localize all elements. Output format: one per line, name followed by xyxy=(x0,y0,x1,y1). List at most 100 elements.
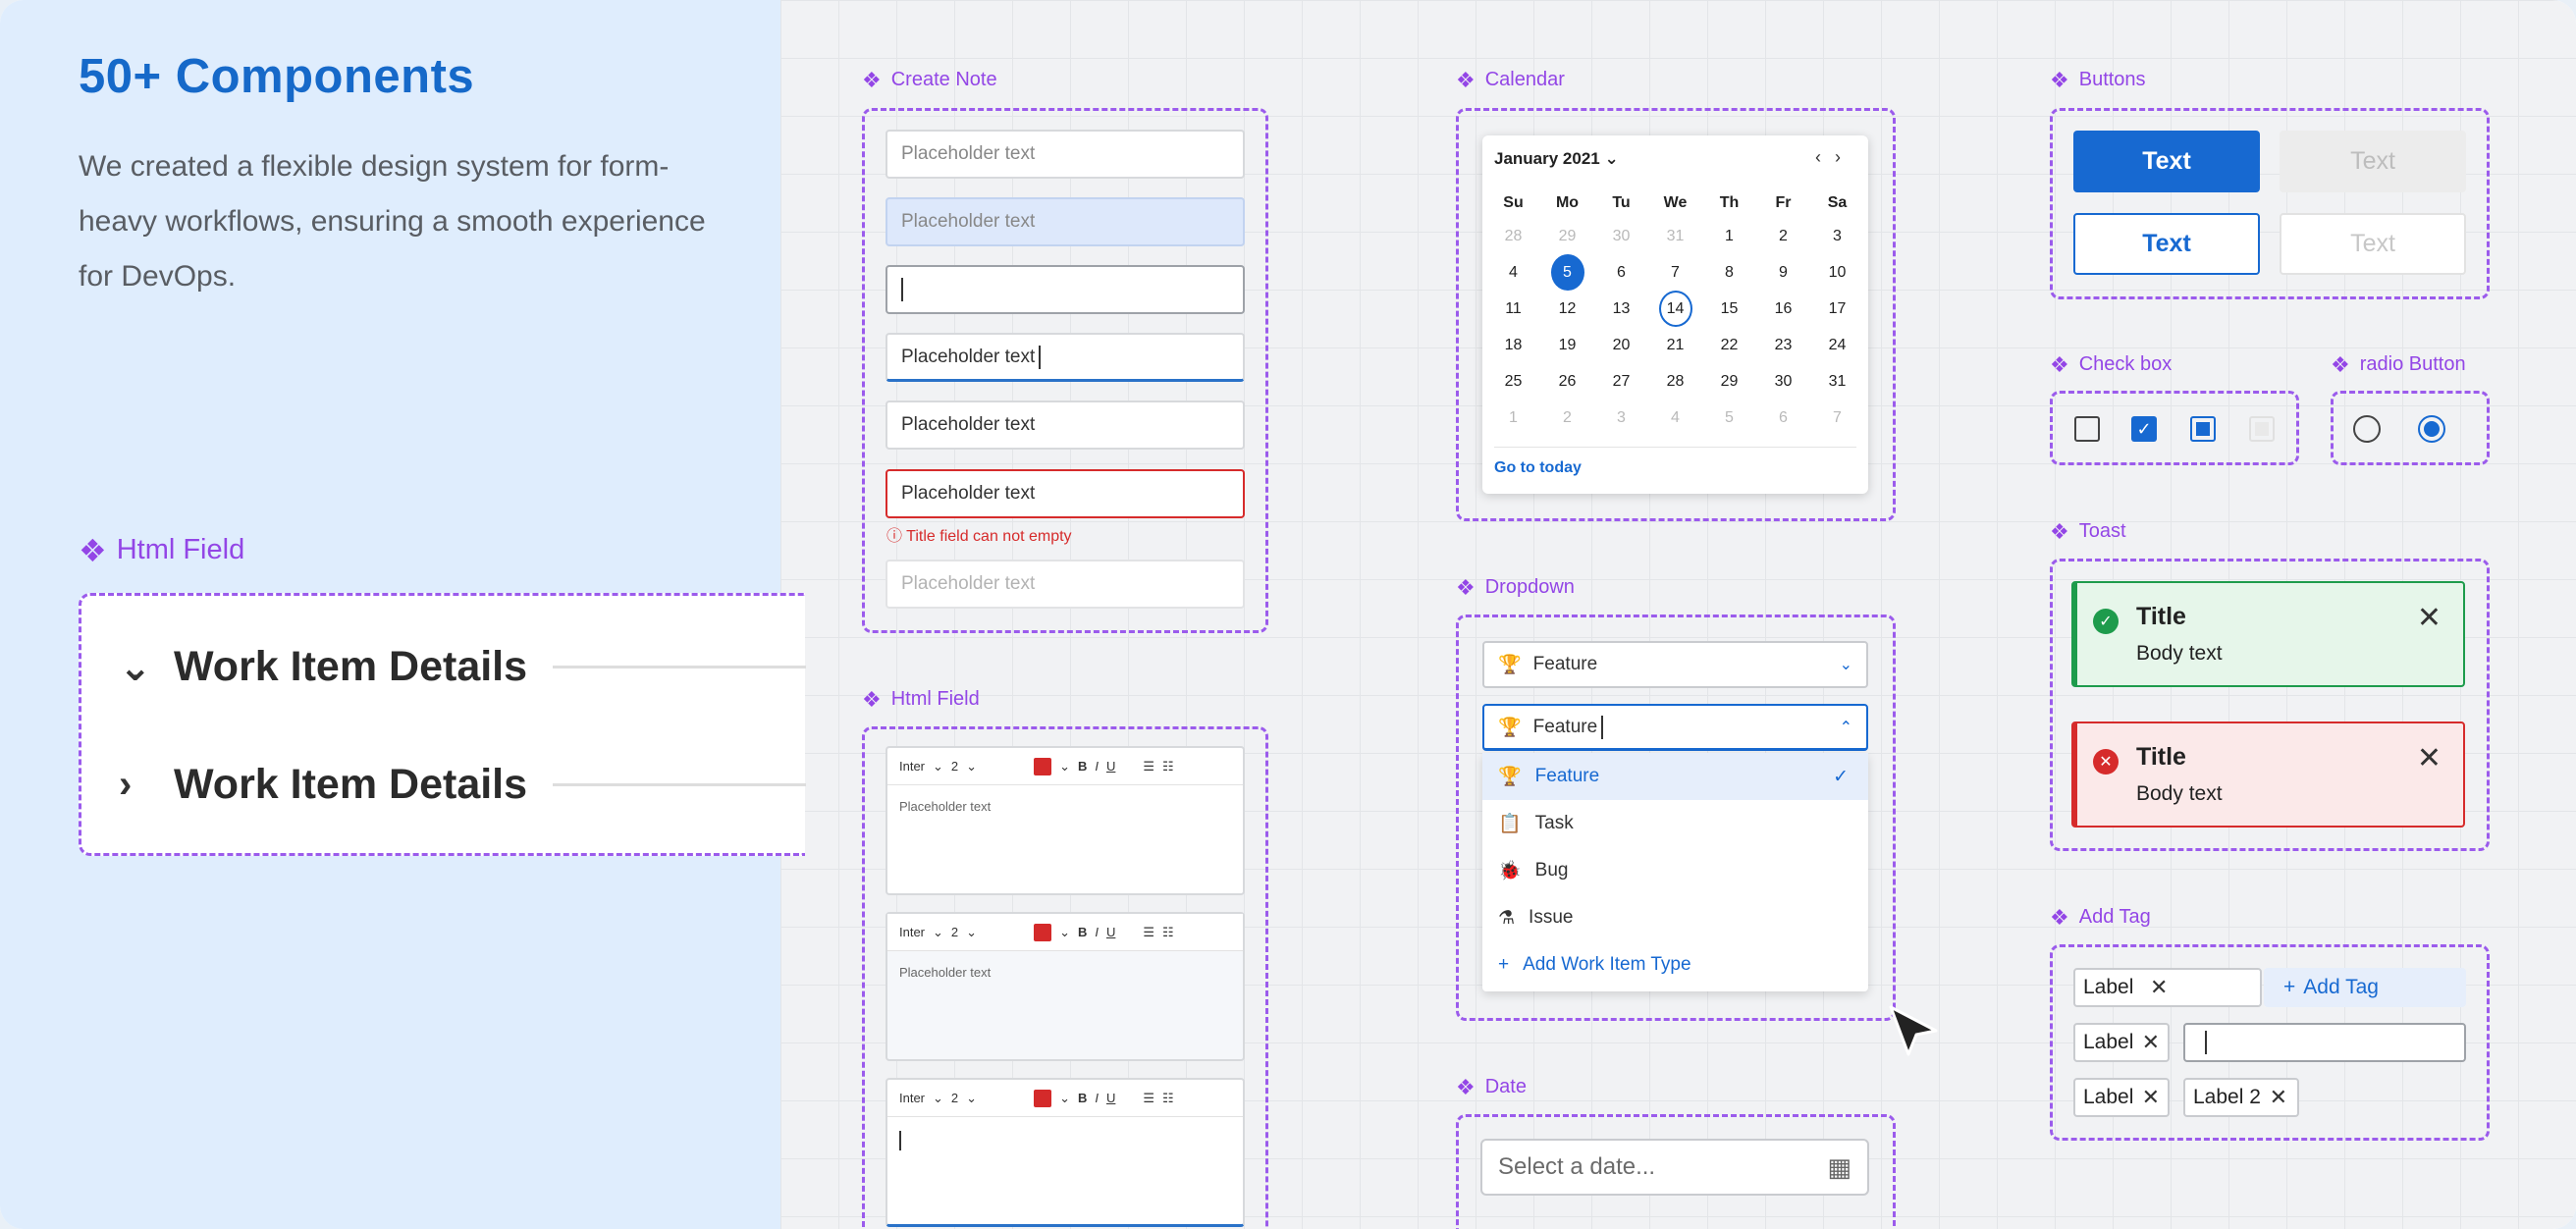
size-select[interactable]: 2 xyxy=(951,925,958,939)
dropdown-option-task[interactable]: 📋 Task xyxy=(1482,800,1868,847)
calendar-day[interactable]: 29 xyxy=(1540,218,1594,254)
text-input-error[interactable]: Placeholder text xyxy=(886,469,1245,518)
calendar-day[interactable]: 13 xyxy=(1594,291,1648,327)
close-icon[interactable]: ✕ xyxy=(2270,1085,2287,1110)
dropdown-option-bug[interactable]: 🐞 Bug xyxy=(1482,847,1868,894)
color-swatch[interactable] xyxy=(1034,923,1052,941)
calendar-day[interactable]: 19 xyxy=(1540,327,1594,363)
calendar-day[interactable]: 1 xyxy=(1702,218,1756,254)
text-input-filled[interactable]: Placeholder text xyxy=(886,401,1245,450)
rich-text-editor-default[interactable]: Inter ⌄ 2 ⌄ ⌄ B I U ☰ ☷ Placeholder text xyxy=(886,746,1245,895)
bold-button[interactable]: B xyxy=(1078,1091,1087,1105)
checkbox-unchecked[interactable] xyxy=(2074,416,2100,442)
checkbox-indeterminate[interactable] xyxy=(2190,416,2216,442)
italic-button[interactable]: I xyxy=(1095,1091,1099,1105)
numbered-list-icon[interactable]: ☷ xyxy=(1162,925,1174,940)
calendar-day[interactable]: 14 xyxy=(1648,291,1702,327)
calendar-day[interactable]: 29 xyxy=(1702,363,1756,400)
calendar-day[interactable]: 17 xyxy=(1810,291,1864,327)
add-work-item-type[interactable]: + Add Work Item Type xyxy=(1482,941,1868,989)
calendar-day[interactable]: 2 xyxy=(1540,400,1594,436)
chevron-left-icon[interactable]: ‹ xyxy=(1815,147,1835,167)
underline-button[interactable]: U xyxy=(1106,759,1115,774)
calendar-day[interactable]: 28 xyxy=(1486,218,1540,254)
font-select[interactable]: Inter xyxy=(899,925,925,939)
chevron-right-icon[interactable]: › xyxy=(1835,147,1854,167)
calendar-day[interactable]: 6 xyxy=(1756,400,1810,436)
bullet-list-icon[interactable]: ☰ xyxy=(1143,759,1154,775)
close-icon[interactable]: ✕ xyxy=(2417,741,2442,775)
calendar-day[interactable]: 15 xyxy=(1702,291,1756,327)
calendar-day[interactable]: 6 xyxy=(1594,254,1648,291)
calendar-day[interactable]: 2 xyxy=(1756,218,1810,254)
tag-input[interactable] xyxy=(2183,1023,2466,1062)
calendar-day[interactable]: 31 xyxy=(1810,363,1864,400)
calendar-day[interactable]: 31 xyxy=(1648,218,1702,254)
radio-unselected[interactable] xyxy=(2353,415,2381,443)
rte-body[interactable] xyxy=(887,1117,1243,1169)
checkbox-checked[interactable]: ✓ xyxy=(2131,416,2157,442)
calendar-day[interactable]: 8 xyxy=(1702,254,1756,291)
calendar-day[interactable]: 18 xyxy=(1486,327,1540,363)
bullet-list-icon[interactable]: ☰ xyxy=(1143,1091,1154,1106)
calendar-day[interactable]: 4 xyxy=(1486,254,1540,291)
calendar-day[interactable]: 3 xyxy=(1810,218,1864,254)
add-tag-button[interactable]: + Add Tag xyxy=(2264,968,2466,1007)
font-select[interactable]: Inter xyxy=(899,759,925,774)
close-icon[interactable]: ✕ xyxy=(2142,1030,2160,1055)
chevron-down-icon[interactable]: ⌄ xyxy=(119,645,160,690)
date-input[interactable]: Select a date... ▦ xyxy=(1480,1139,1869,1196)
calendar-day[interactable]: 5 xyxy=(1540,254,1594,291)
calendar-day[interactable]: 26 xyxy=(1540,363,1594,400)
size-select[interactable]: 2 xyxy=(951,759,958,774)
calendar-day[interactable]: 4 xyxy=(1648,400,1702,436)
secondary-button[interactable]: Text xyxy=(2073,213,2260,275)
calendar-day[interactable]: 23 xyxy=(1756,327,1810,363)
work-item-row-expanded[interactable]: ⌄ Work Item Details xyxy=(119,643,806,691)
calendar-day[interactable]: 20 xyxy=(1594,327,1648,363)
calendar-day[interactable]: 7 xyxy=(1648,254,1702,291)
close-icon[interactable]: ✕ xyxy=(2417,601,2442,635)
calendar-icon[interactable]: ▦ xyxy=(1827,1152,1852,1183)
calendar-day[interactable]: 3 xyxy=(1594,400,1648,436)
close-icon[interactable]: ✕ xyxy=(2142,1085,2160,1110)
font-select[interactable]: Inter xyxy=(899,1091,925,1105)
calendar-day[interactable]: 30 xyxy=(1594,218,1648,254)
bold-button[interactable]: B xyxy=(1078,925,1087,939)
text-input-default[interactable]: Placeholder text xyxy=(886,130,1245,179)
dropdown-option-issue[interactable]: ⚗ Issue xyxy=(1482,894,1868,941)
bold-button[interactable]: B xyxy=(1078,759,1087,774)
rich-text-editor-hover[interactable]: Inter ⌄ 2 ⌄ ⌄ B I U ☰ ☷ Placeholder text xyxy=(886,912,1245,1061)
dropdown-option-feature[interactable]: 🏆 Feature ✓ xyxy=(1482,753,1868,800)
radio-selected[interactable] xyxy=(2418,415,2445,443)
calendar-day[interactable]: 12 xyxy=(1540,291,1594,327)
dropdown-open[interactable]: 🏆 Feature ⌃ xyxy=(1482,704,1868,751)
rich-text-editor-focused[interactable]: Inter ⌄ 2 ⌄ ⌄ B I U ☰ ☷ xyxy=(886,1078,1245,1227)
text-input-hover[interactable]: Placeholder text xyxy=(886,197,1245,246)
calendar-day[interactable]: 9 xyxy=(1756,254,1810,291)
chevron-right-icon[interactable]: › xyxy=(119,763,160,807)
primary-button[interactable]: Text xyxy=(2073,131,2260,192)
numbered-list-icon[interactable]: ☷ xyxy=(1162,759,1174,775)
dropdown-closed[interactable]: 🏆 Feature ⌄ xyxy=(1482,641,1868,688)
text-input-focused[interactable]: Placeholder text xyxy=(886,333,1245,382)
calendar-day[interactable]: 1 xyxy=(1486,400,1540,436)
calendar-day[interactable]: 22 xyxy=(1702,327,1756,363)
calendar-day[interactable]: 5 xyxy=(1702,400,1756,436)
color-swatch[interactable] xyxy=(1034,757,1052,775)
calendar-day[interactable]: 30 xyxy=(1756,363,1810,400)
calendar-day[interactable]: 7 xyxy=(1810,400,1864,436)
go-to-today-link[interactable]: Go to today xyxy=(1494,459,1582,477)
close-icon[interactable]: ✕ xyxy=(2150,975,2168,1000)
size-select[interactable]: 2 xyxy=(951,1091,958,1105)
calendar-day[interactable]: 24 xyxy=(1810,327,1864,363)
calendar-day[interactable]: 27 xyxy=(1594,363,1648,400)
calendar-day[interactable]: 25 xyxy=(1486,363,1540,400)
underline-button[interactable]: U xyxy=(1106,925,1115,939)
work-item-row-collapsed[interactable]: › Work Item Details xyxy=(119,761,806,809)
calendar-day[interactable]: 10 xyxy=(1810,254,1864,291)
calendar-month-select[interactable]: January 2021 ⌄ xyxy=(1494,149,1619,169)
numbered-list-icon[interactable]: ☷ xyxy=(1162,1091,1174,1106)
calendar-day[interactable]: 21 xyxy=(1648,327,1702,363)
color-swatch[interactable] xyxy=(1034,1089,1052,1107)
